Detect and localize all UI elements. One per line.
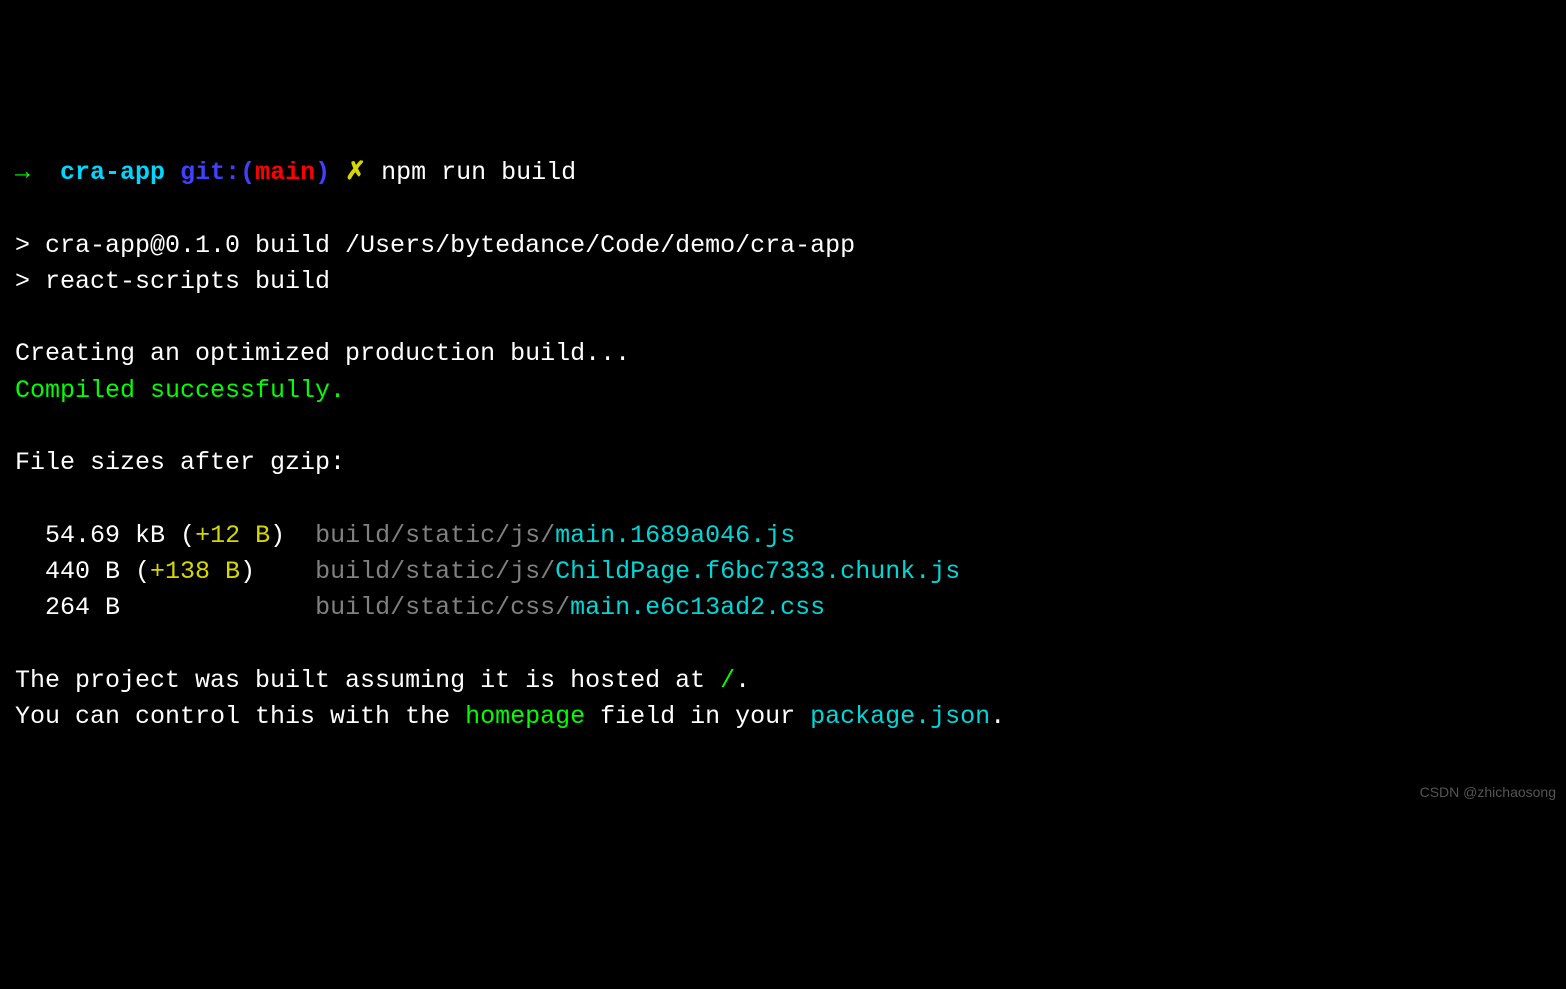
homepage-keyword: homepage	[465, 702, 585, 731]
command-text[interactable]: npm run build	[381, 158, 576, 187]
build-compiled-text: Compiled successfully.	[15, 376, 345, 405]
terminal-output: → cra-app git:(main) ✗ npm run build > c…	[15, 155, 1551, 735]
git-label: git:(	[180, 158, 255, 187]
file-path-name: ChildPage.f6bc7333.chunk.js	[555, 557, 960, 586]
hosted-info-text: The project was built assuming it is hos…	[15, 666, 720, 695]
file-size: 54.69 kB	[45, 521, 180, 550]
hosted-path: /	[720, 666, 735, 695]
control-info-text: You can control this with the	[15, 702, 465, 731]
file-path-name: main.e6c13ad2.css	[570, 593, 825, 622]
git-dirty-icon: ✗	[345, 158, 366, 187]
git-branch: main	[255, 158, 315, 187]
file-path-dir: build/static/css/	[315, 593, 570, 622]
file-size: 440 B	[45, 557, 135, 586]
file-sizes-header: File sizes after gzip:	[15, 448, 345, 477]
npm-run-line-2: > react-scripts build	[15, 267, 330, 296]
build-creating-text: Creating an optimized production build..…	[15, 339, 630, 368]
file-path-name: main.1689a046.js	[555, 521, 795, 550]
prompt-arrow-icon: →	[15, 158, 30, 187]
file-path-dir: build/static/js/	[315, 521, 555, 550]
prompt-directory: cra-app	[60, 158, 165, 187]
file-path-dir: build/static/js/	[315, 557, 555, 586]
npm-run-line-1: > cra-app@0.1.0 build /Users/bytedance/C…	[15, 231, 855, 260]
file-delta: +138 B	[150, 557, 240, 586]
watermark-text: CSDN @zhichaosong	[1420, 782, 1556, 802]
package-json-keyword: package.json	[810, 702, 990, 731]
git-close-paren: )	[315, 158, 330, 187]
file-size: 264 B	[45, 593, 120, 622]
file-delta: +12 B	[195, 521, 270, 550]
